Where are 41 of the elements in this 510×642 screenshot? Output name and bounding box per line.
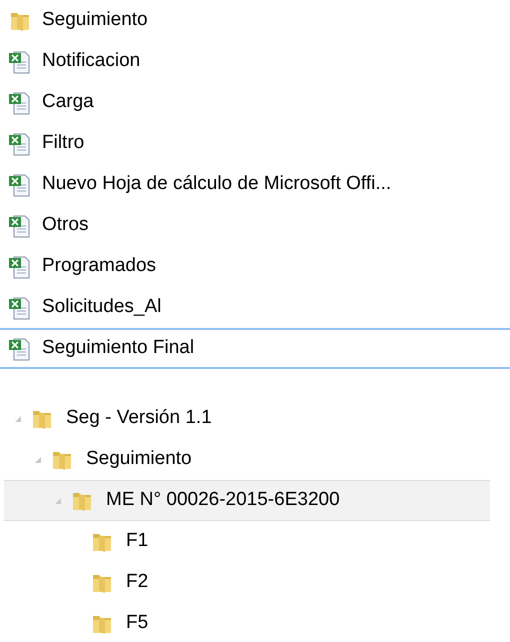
- tree-item[interactable]: F1: [4, 521, 490, 562]
- spreadsheet-file-icon: [8, 254, 32, 278]
- file-item[interactable]: Nuevo Hoja de cálculo de Microsoft Offi...: [0, 164, 510, 205]
- file-name: Filtro: [42, 131, 84, 156]
- file-name: Seguimiento Final: [42, 336, 194, 360]
- tree-item-label: Seguimiento: [86, 447, 192, 472]
- tree-item[interactable]: F5: [4, 603, 490, 642]
- file-name: Solicitudes_Al: [42, 295, 162, 320]
- file-item[interactable]: Programados: [0, 246, 510, 287]
- file-name: Otros: [42, 213, 88, 238]
- file-name: Nuevo Hoja de cálculo de Microsoft Offi...: [42, 172, 392, 196]
- file-name: Programados: [42, 254, 156, 278]
- file-item[interactable]: Notificacion: [0, 41, 510, 82]
- tree-item[interactable]: Seguimiento: [4, 439, 490, 480]
- file-item[interactable]: Seguimiento: [0, 0, 510, 41]
- tree-item-label: F1: [126, 529, 148, 554]
- expand-arrow-icon[interactable]: [14, 414, 22, 422]
- file-name: Notificacion: [42, 49, 140, 74]
- tree-item-label: F2: [126, 570, 148, 594]
- spreadsheet-file-icon: [8, 90, 32, 114]
- expand-arrow-icon[interactable]: [34, 456, 42, 464]
- spreadsheet-file-icon: [8, 50, 32, 74]
- file-item[interactable]: Carga: [0, 82, 510, 123]
- spreadsheet-file-icon: [8, 296, 32, 320]
- file-name: Carga: [42, 90, 94, 114]
- file-item[interactable]: Seguimiento Final: [0, 328, 510, 369]
- spreadsheet-file-icon: [8, 336, 32, 360]
- file-item[interactable]: Filtro: [0, 123, 510, 164]
- tree-item[interactable]: Seg - Versión 1.1: [4, 398, 490, 439]
- spreadsheet-file-icon: [8, 132, 32, 156]
- expand-arrow-icon[interactable]: [54, 496, 62, 504]
- file-item[interactable]: Solicitudes_Al: [0, 287, 510, 328]
- spreadsheet-file-icon: [8, 214, 32, 238]
- file-item[interactable]: Otros: [0, 205, 510, 246]
- tree-item-label: ME N° 00026-2015-6E3200: [106, 488, 340, 512]
- tree-item[interactable]: ME N° 00026-2015-6E3200: [4, 480, 490, 521]
- spreadsheet-file-icon: [8, 172, 32, 196]
- tree-item-label: F5: [126, 611, 148, 636]
- tree-item-label: Seg - Versión 1.1: [66, 406, 212, 430]
- file-name: Seguimiento: [42, 8, 148, 32]
- tree-item[interactable]: F2: [4, 562, 490, 603]
